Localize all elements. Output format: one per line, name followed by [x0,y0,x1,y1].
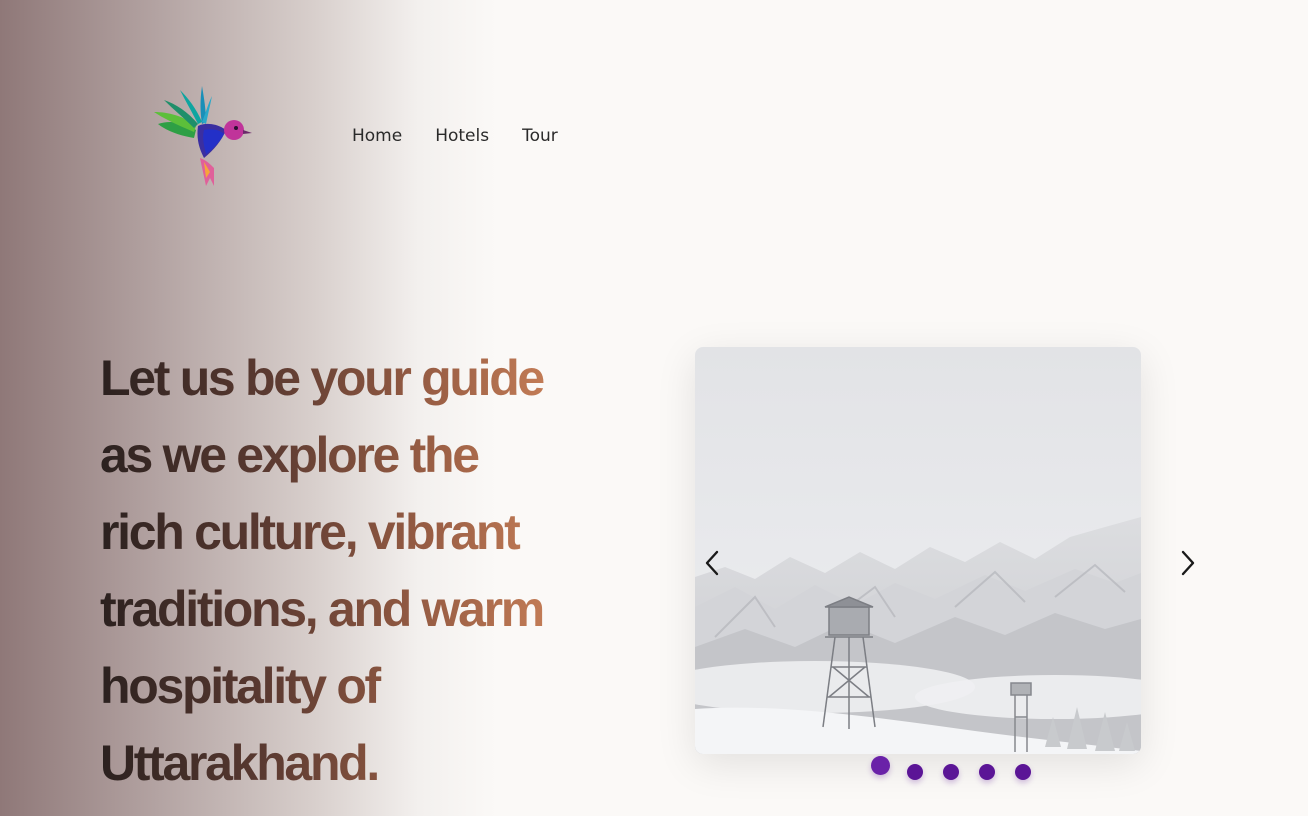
chevron-right-icon [1181,550,1195,576]
hero-line: hospitality of [100,658,379,714]
carousel-slide [695,347,1141,754]
carousel-indicators [871,755,1051,780]
hummingbird-logo-icon [154,86,252,186]
hero-line: Let us be your guide [100,350,543,406]
nav-item-hotels[interactable]: Hotels [435,126,489,146]
nav-item-home[interactable]: Home [352,126,402,146]
hero-line: rich culture, vibrant [100,504,519,560]
hero-line: Uttarakhand. [100,735,379,791]
snowy-mountain-watchtower-photo [695,347,1141,754]
brand-logo[interactable] [150,82,252,186]
nav-item-tour[interactable]: Tour [522,126,558,146]
hero-line: as we explore the [100,427,478,483]
carousel-dot-3[interactable] [943,764,959,780]
carousel-dot-1[interactable] [871,755,890,775]
carousel-dot-5[interactable] [1015,764,1031,780]
carousel-prev-button[interactable] [694,545,730,581]
chevron-left-icon [705,550,719,576]
main-navigation: Home Hotels Tour [352,126,558,146]
hero-line: traditions, and warm [100,581,543,637]
carousel-next-button[interactable] [1170,545,1206,581]
carousel-dot-2[interactable] [907,764,923,780]
hero-heading: Let us be your guide as we explore the r… [100,340,660,802]
carousel-dot-4[interactable] [979,764,995,780]
